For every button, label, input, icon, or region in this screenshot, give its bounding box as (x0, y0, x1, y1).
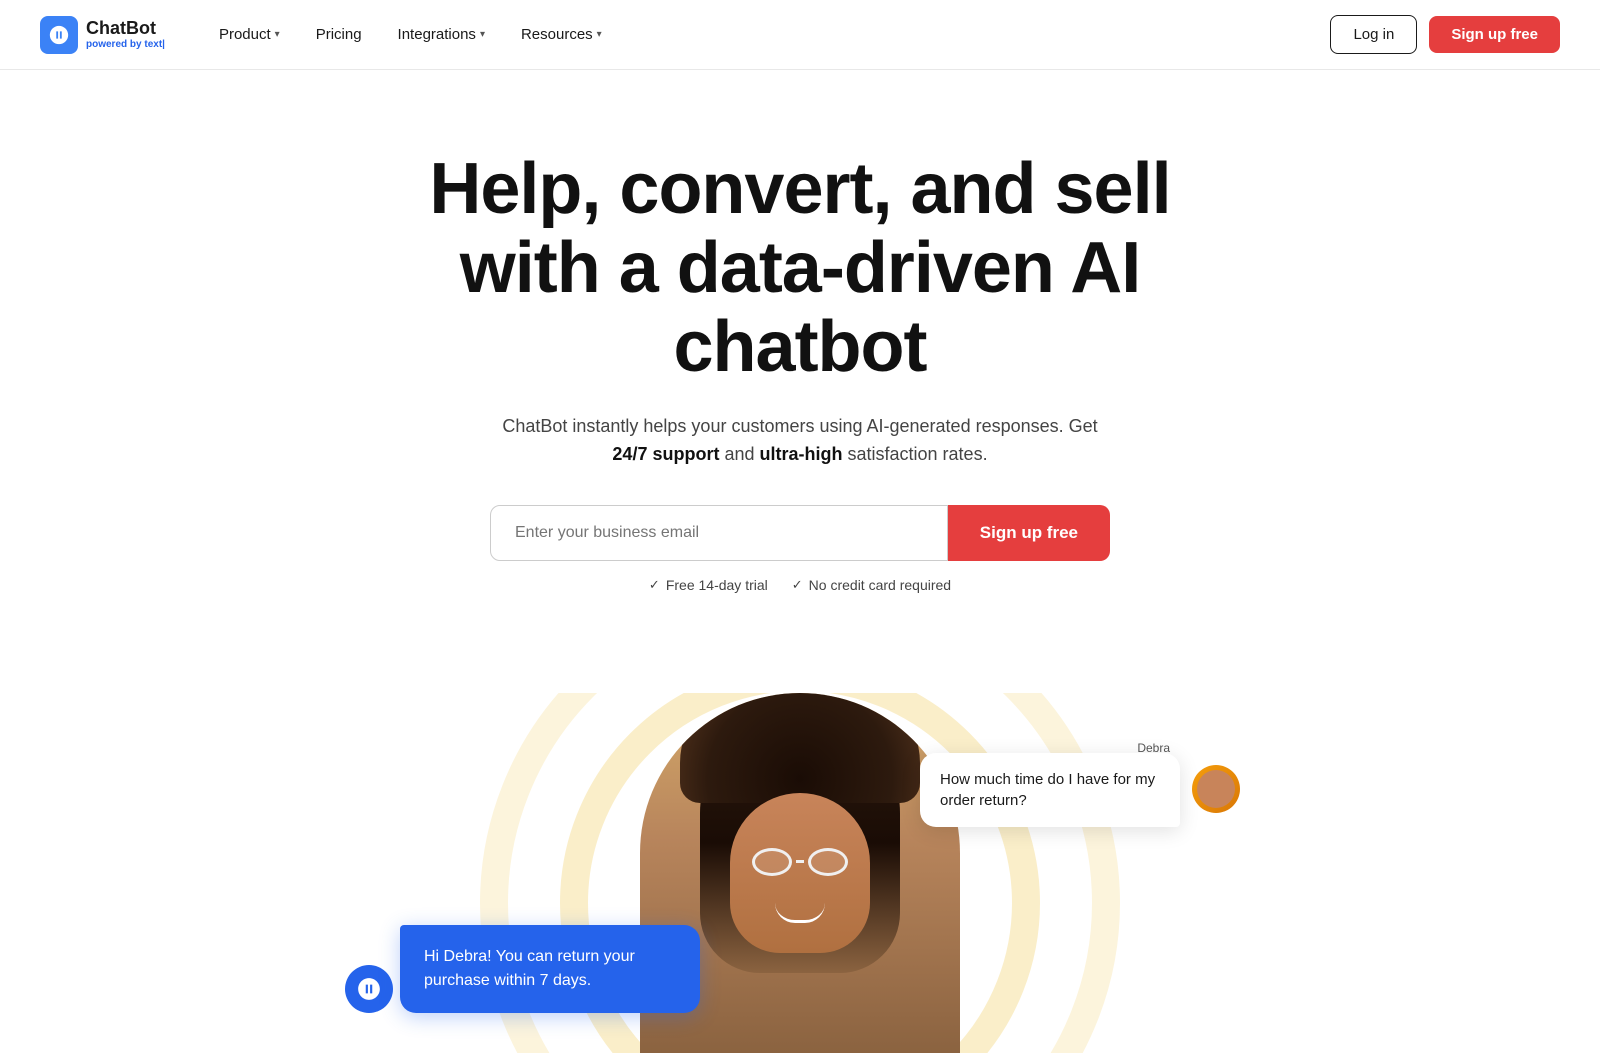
nav-link-resources[interactable]: Resources ▾ (507, 18, 616, 51)
person-head (700, 713, 900, 973)
person-smile (775, 903, 825, 923)
hero-visual: Debra How much time do I have for my ord… (200, 693, 1400, 1053)
badge-trial: ✓ Free 14-day trial (649, 577, 768, 593)
login-button[interactable]: Log in (1330, 15, 1417, 54)
hero-section: Help, convert, and sell with a data-driv… (350, 70, 1250, 693)
person-hair (680, 693, 920, 803)
logo-brand: text| (144, 39, 165, 50)
glass-right (808, 848, 848, 876)
chat-bubble-bot: Hi Debra! You can return your purchase w… (400, 925, 700, 1013)
signup-button-nav[interactable]: Sign up free (1429, 16, 1560, 53)
logo-name: ChatBot (86, 19, 165, 39)
nav-right: Log in Sign up free (1330, 15, 1560, 54)
person-glasses (752, 848, 848, 876)
nav-link-pricing[interactable]: Pricing (302, 18, 376, 51)
check-icon: ✓ (792, 577, 803, 593)
nav-link-integrations[interactable]: Integrations ▾ (384, 18, 499, 51)
logo-icon (40, 16, 78, 54)
signup-button-hero[interactable]: Sign up free (948, 505, 1110, 561)
glass-bridge (796, 860, 804, 863)
bot-avatar (345, 965, 393, 1013)
logo[interactable]: ChatBot powered by text| (40, 16, 165, 54)
chatbot-logo-icon (48, 24, 70, 46)
nav-left: ChatBot powered by text| Product ▾ Prici… (40, 16, 616, 54)
check-icon: ✓ (649, 577, 660, 593)
chatbot-icon (356, 976, 382, 1002)
hero-title: Help, convert, and sell with a data-driv… (370, 150, 1230, 388)
person-face (730, 793, 870, 953)
chevron-down-icon: ▾ (480, 29, 485, 40)
navbar: ChatBot powered by text| Product ▾ Prici… (0, 0, 1600, 70)
glass-left (752, 848, 792, 876)
nav-link-product[interactable]: Product ▾ (205, 18, 294, 51)
user-avatar (1192, 765, 1240, 813)
chat-bubble-user: How much time do I have for my order ret… (920, 753, 1180, 827)
nav-links: Product ▾ Pricing Integrations ▾ Resourc… (205, 18, 616, 51)
chevron-down-icon: ▾ (597, 29, 602, 40)
trust-badges: ✓ Free 14-day trial ✓ No credit card req… (370, 577, 1230, 593)
avatar-face (1197, 770, 1235, 808)
badge-no-card: ✓ No credit card required (792, 577, 951, 593)
chevron-down-icon: ▾ (275, 29, 280, 40)
logo-text: ChatBot powered by text| (86, 19, 165, 50)
logo-sub: powered by text| (86, 39, 165, 50)
hero-subtitle: ChatBot instantly helps your customers u… (490, 412, 1110, 470)
email-form: Sign up free (490, 505, 1110, 561)
email-input[interactable] (490, 505, 948, 561)
